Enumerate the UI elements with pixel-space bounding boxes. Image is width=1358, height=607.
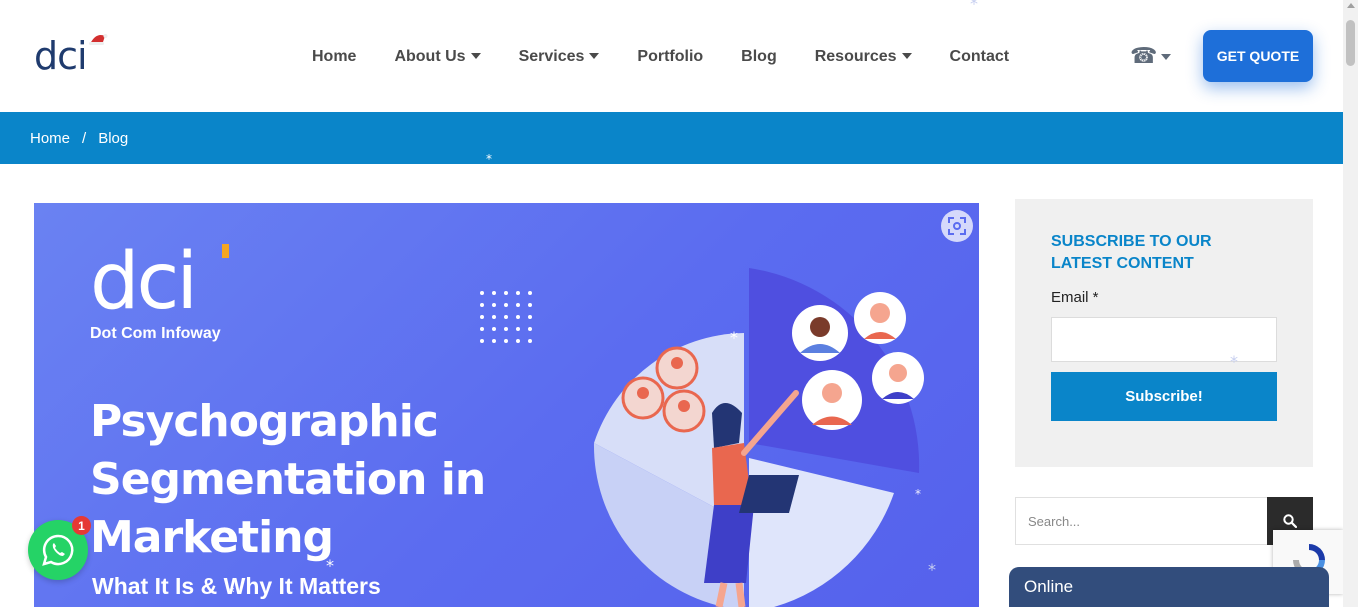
nav-label: Portfolio	[637, 48, 704, 65]
phone-icon: ☎	[1130, 44, 1158, 69]
search-icon	[1283, 514, 1297, 528]
hero-title: Psychographic Segmentation in Marketing	[90, 393, 486, 567]
snowflake-icon: *	[486, 152, 492, 166]
search-widget: Search...	[1015, 497, 1313, 545]
get-quote-button[interactable]: GET QUOTE	[1203, 30, 1313, 82]
santa-hat-icon	[89, 34, 108, 45]
caret-down-icon	[470, 53, 481, 59]
caret-down-icon	[589, 53, 600, 59]
nav-label: Services	[518, 48, 585, 65]
subscribe-title: SUBSCRIBE TO OUR LATEST CONTENT	[1051, 233, 1212, 272]
nav-resources[interactable]: Resources	[796, 44, 931, 70]
search-input[interactable]: Search...	[1015, 497, 1267, 545]
nav-label: Contact	[949, 48, 1010, 65]
site-header: dci Home About Us Services Portfolio Blo…	[0, 0, 1343, 112]
hero-title-line: Psychographic	[90, 396, 439, 447]
hero-logo-text: dci	[90, 237, 198, 327]
scroll-thumb[interactable]	[1346, 20, 1355, 66]
snowflake-icon: *	[228, 586, 235, 601]
caret-down-icon	[901, 53, 912, 59]
nav-label: Home	[312, 48, 357, 65]
phone-dropdown[interactable]: ☎	[1130, 44, 1172, 69]
nav-label: Resources	[814, 48, 897, 65]
email-field[interactable]	[1051, 317, 1277, 362]
site-logo[interactable]: dci	[34, 34, 114, 80]
caret-down-icon	[1161, 53, 1172, 60]
breadcrumb-separator: /	[82, 129, 87, 147]
nav-contact[interactable]: Contact	[931, 44, 1029, 70]
scroll-up-icon[interactable]	[1347, 3, 1355, 8]
nav-about-us[interactable]: About Us	[375, 44, 499, 70]
featured-image: dci Dot Com Infoway Psychographic Segmen…	[34, 203, 979, 607]
nav-portfolio[interactable]: Portfolio	[618, 44, 722, 70]
hero-title-line: Segmentation in	[90, 454, 486, 505]
breadcrumb: Home / Blog	[0, 112, 1343, 164]
subscribe-button[interactable]: Subscribe!	[1051, 372, 1277, 421]
logo-text: dci	[34, 34, 88, 78]
snowflake-icon: *	[326, 556, 334, 575]
snowflake-icon: *	[915, 487, 921, 501]
page: dci Home About Us Services Portfolio Blo…	[0, 0, 1358, 607]
main-nav: Home About Us Services Portfolio Blog Re…	[293, 44, 1028, 70]
hero-logo-subtitle: Dot Com Infoway	[90, 325, 221, 342]
nav-home[interactable]: Home	[293, 44, 375, 70]
snowflake-icon: *	[928, 560, 936, 579]
snowflake-icon: *	[970, 0, 978, 13]
nav-services[interactable]: Services	[500, 44, 619, 70]
dot-grid-decoration	[480, 291, 542, 353]
subscribe-widget: SUBSCRIBE TO OUR LATEST CONTENT Email * …	[1015, 199, 1313, 467]
nav-label: About Us	[394, 48, 466, 65]
expand-icon[interactable]	[941, 210, 973, 242]
online-chat-bar[interactable]: Online	[1009, 567, 1329, 607]
hero-subtitle: What It Is & Why It Matters	[92, 573, 381, 599]
breadcrumb-current[interactable]: Blog	[98, 130, 128, 147]
hero-logo-accent	[222, 244, 229, 258]
whatsapp-icon	[42, 534, 74, 566]
whatsapp-badge: 1	[72, 516, 91, 535]
nav-label: Blog	[741, 48, 777, 65]
hero-title-line: Marketing	[90, 512, 334, 563]
email-label: Email *	[1051, 289, 1099, 306]
page-scrollbar[interactable]	[1343, 0, 1358, 607]
chat-label: Online	[1024, 577, 1074, 596]
snowflake-icon: *	[730, 328, 738, 347]
hero-illustration	[593, 268, 924, 607]
hero-logo: dci Dot Com Infoway	[90, 237, 229, 343]
snowflake-icon: *	[1230, 352, 1238, 371]
breadcrumb-home[interactable]: Home	[30, 130, 70, 147]
nav-blog[interactable]: Blog	[722, 44, 796, 70]
